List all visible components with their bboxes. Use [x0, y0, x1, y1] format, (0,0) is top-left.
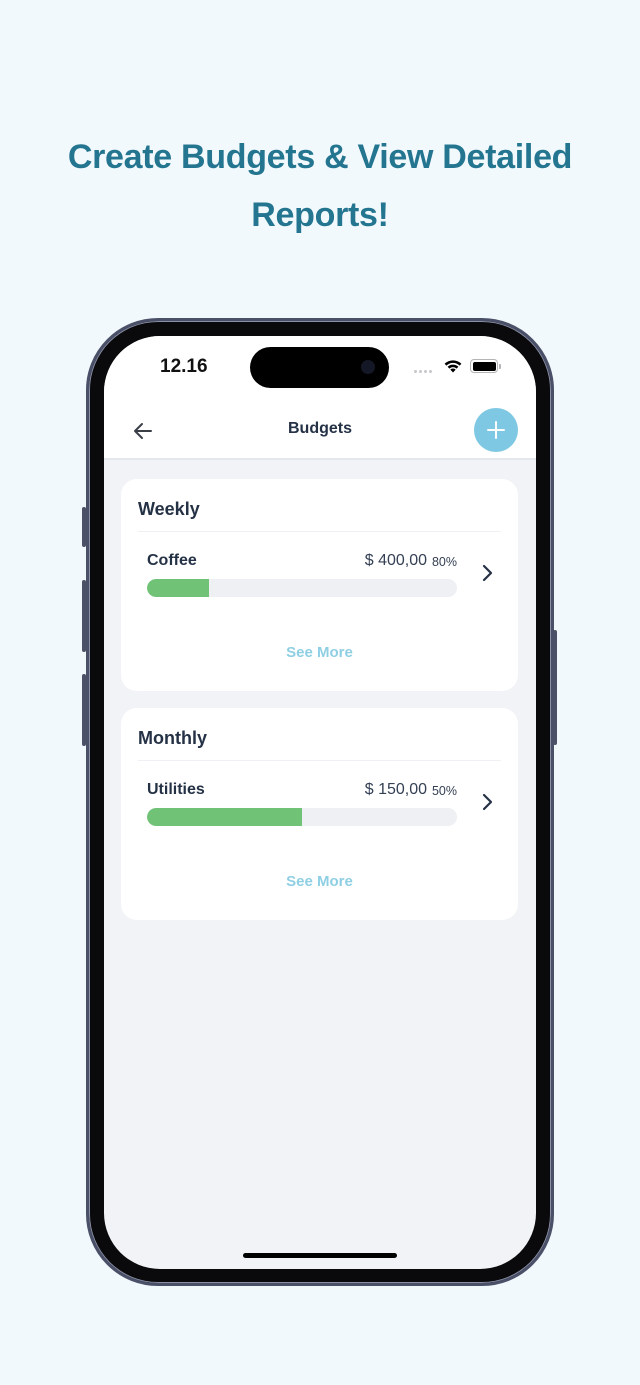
add-budget-button[interactable]	[474, 408, 518, 452]
headline-line-1: Create Budgets & View Detailed	[67, 138, 573, 176]
status-time: 12.16	[160, 356, 208, 377]
battery-icon	[470, 359, 498, 373]
section-title: Monthly	[138, 728, 207, 748]
see-more-link[interactable]: See More	[121, 873, 518, 890]
budget-section-monthly: Monthly Utilities $ 150,00 50% See More	[121, 708, 518, 920]
budget-item-amount: $ 400,00	[364, 552, 427, 569]
budget-item-name: Coffee	[147, 552, 197, 569]
see-more-link[interactable]: See More	[121, 644, 518, 661]
home-indicator[interactable]	[243, 1253, 397, 1258]
section-title: Weekly	[138, 499, 200, 519]
dynamic-island	[250, 347, 389, 388]
battery-cap	[499, 364, 501, 369]
wifi-icon	[444, 360, 462, 373]
promo-headline: Create Budgets & View Detailed Reports!	[0, 128, 640, 244]
budget-progress-fill	[147, 808, 302, 826]
budget-item-name: Utilities	[147, 781, 205, 798]
budget-item-percent: 80%	[431, 555, 457, 569]
chevron-right-icon[interactable]	[477, 790, 497, 814]
budget-item-percent: 50%	[431, 784, 457, 798]
budget-item-utilities[interactable]: Utilities $ 150,00 50%	[147, 778, 497, 838]
budget-item-coffee[interactable]: Coffee $ 400,00 80%	[147, 549, 497, 609]
front-camera-icon	[361, 360, 375, 374]
budget-progress-bar	[147, 808, 457, 826]
budget-section-weekly: Weekly Coffee $ 400,00 80% See More	[121, 479, 518, 691]
budget-progress-bar	[147, 579, 457, 597]
budget-item-amount: $ 150,00	[364, 781, 427, 798]
plus-icon	[487, 421, 505, 439]
section-divider	[138, 531, 501, 532]
cellular-signal-icon	[414, 370, 432, 373]
top-bar: 12.16 Budgets	[104, 336, 536, 460]
phone-screen: 12.16 Budgets Weekly Coffee $ 400,00 80%…	[104, 336, 536, 1269]
section-divider	[138, 760, 501, 761]
budget-progress-fill	[147, 579, 209, 597]
chevron-right-icon[interactable]	[477, 561, 497, 585]
headline-line-2: Reports!	[251, 196, 389, 234]
page-title: Budgets	[288, 420, 352, 437]
